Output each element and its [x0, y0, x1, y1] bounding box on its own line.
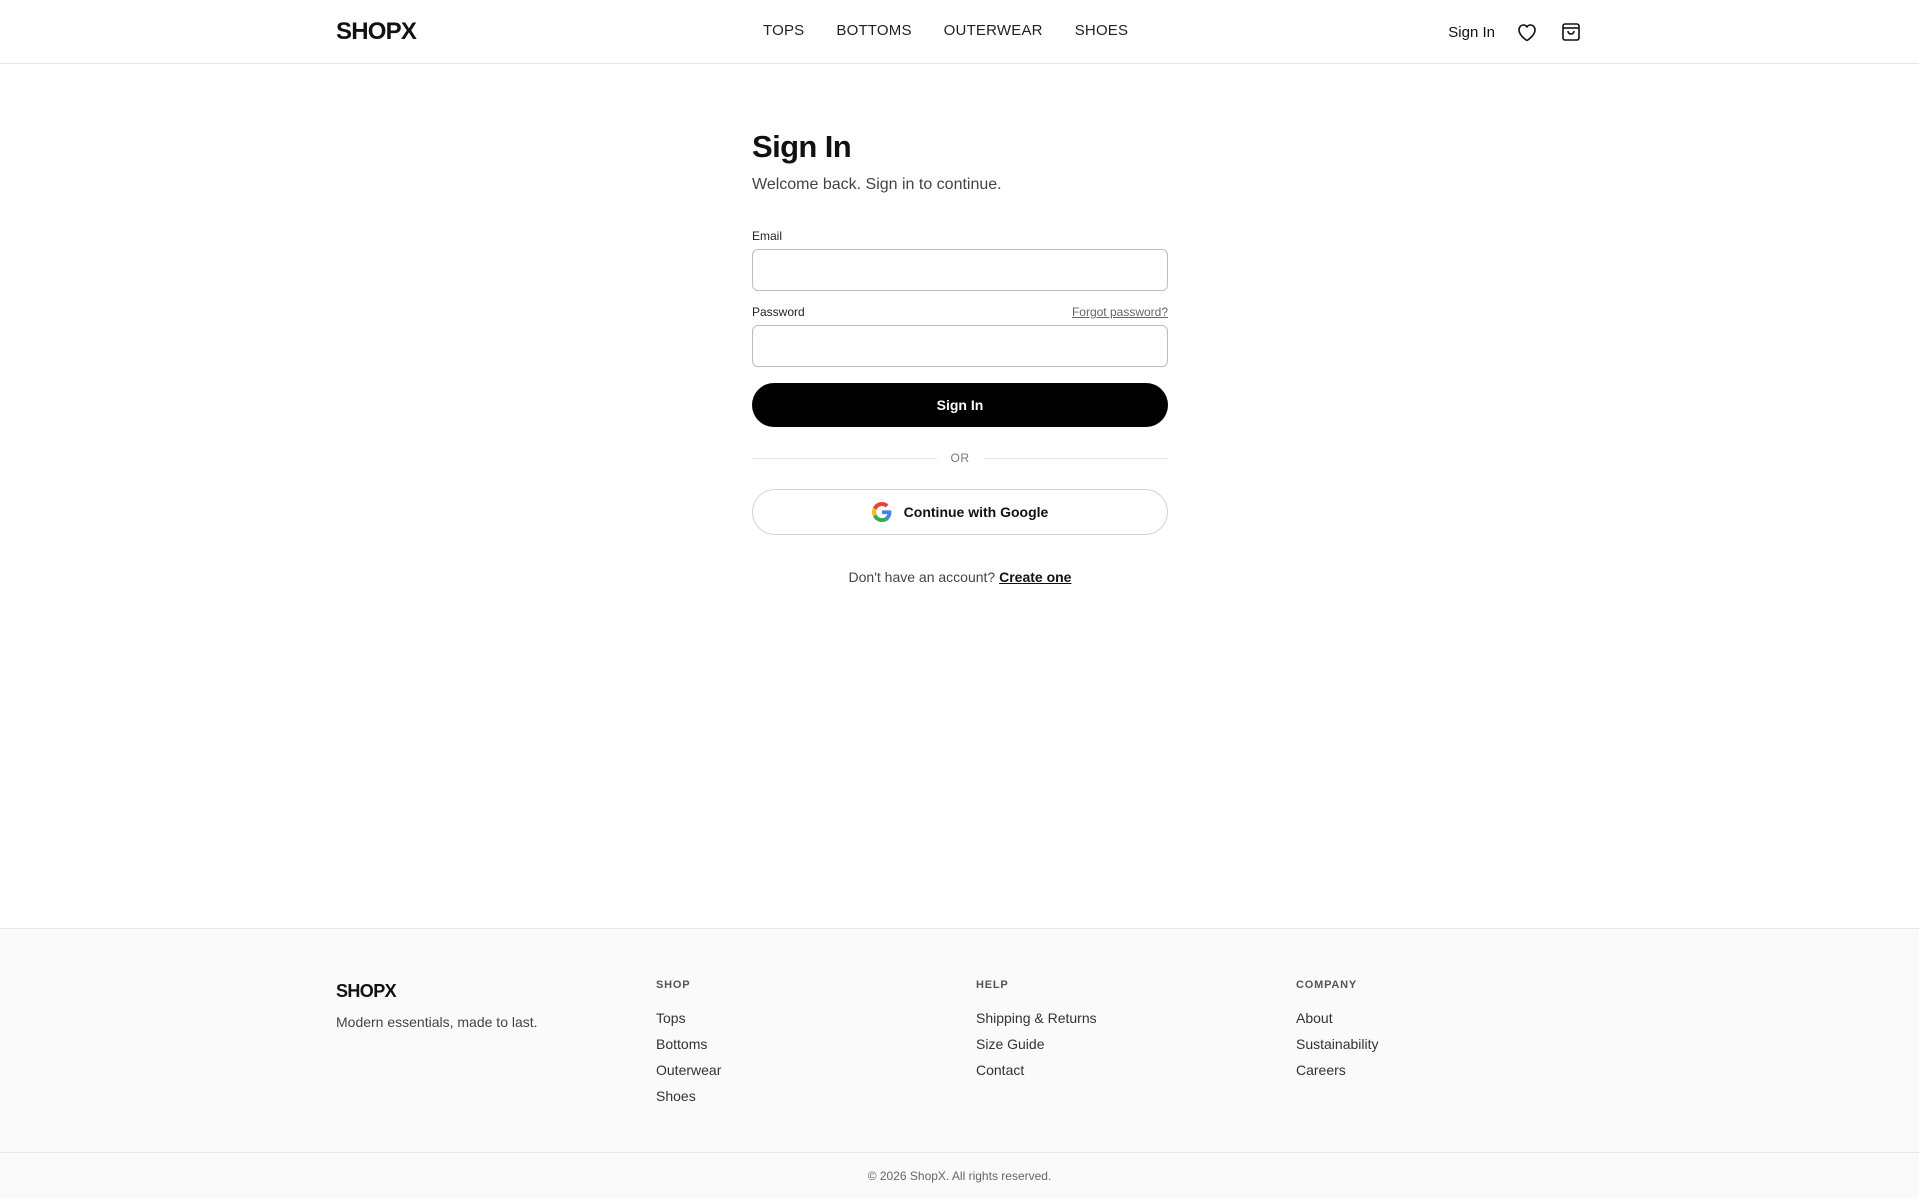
- site-footer: SHOPX Modern essentials, made to last. S…: [0, 928, 1919, 1199]
- or-divider: OR: [752, 451, 1168, 465]
- footer-copyright: © 2026 ShopX. All rights reserved.: [0, 1152, 1919, 1199]
- password-group: Password Forgot password?: [752, 305, 1168, 367]
- password-label: Password: [752, 305, 805, 319]
- signup-prompt: Don't have an account? Create one: [752, 569, 1168, 585]
- footer-tagline: Modern essentials, made to last.: [336, 1014, 538, 1030]
- email-group: Email: [752, 229, 1168, 291]
- google-button-label: Continue with Google: [903, 504, 1049, 520]
- footer-link-size-guide[interactable]: Size Guide: [976, 1031, 1097, 1057]
- footer-link-about[interactable]: About: [1296, 1005, 1379, 1031]
- email-field[interactable]: [752, 249, 1168, 291]
- footer-link-contact[interactable]: Contact: [976, 1057, 1097, 1083]
- nav-item-tops[interactable]: TOPS: [763, 22, 804, 39]
- main-nav: TOPS BOTTOMS OUTERWEAR SHOES: [763, 22, 1160, 39]
- footer-column-help: HELP Shipping & Returns Size Guide Conta…: [976, 979, 1097, 1083]
- divider-line-right: [983, 457, 1168, 459]
- divider-text: OR: [950, 451, 970, 465]
- divider-line-left: [752, 457, 937, 459]
- shopping-bag-icon[interactable]: [1559, 20, 1583, 44]
- heart-icon[interactable]: [1515, 20, 1539, 44]
- sign-in-form: Sign In Welcome back. Sign in to continu…: [752, 128, 1168, 585]
- footer-link-sustainability[interactable]: Sustainability: [1296, 1031, 1379, 1057]
- page-title: Sign In: [752, 129, 852, 164]
- nav-item-outerwear[interactable]: OUTERWEAR: [944, 22, 1043, 39]
- footer-link-bottoms[interactable]: Bottoms: [656, 1031, 721, 1057]
- forgot-password-link[interactable]: Forgot password?: [1072, 305, 1168, 319]
- sign-in-button[interactable]: Sign In: [752, 383, 1168, 427]
- create-account-link[interactable]: Create one: [999, 569, 1071, 585]
- footer-column-company: COMPANY About Sustainability Careers: [1296, 979, 1379, 1083]
- nav-item-bottoms[interactable]: BOTTOMS: [836, 22, 911, 39]
- footer-link-shipping-returns[interactable]: Shipping & Returns: [976, 1005, 1097, 1031]
- site-header: SHOPX TOPS BOTTOMS OUTERWEAR SHOES Sign …: [0, 0, 1919, 64]
- google-g-icon: [871, 502, 892, 522]
- brand-logo[interactable]: SHOPX: [336, 18, 417, 46]
- email-label: Email: [752, 229, 783, 243]
- footer-link-careers[interactable]: Careers: [1296, 1057, 1379, 1083]
- nav-item-shoes[interactable]: SHOES: [1075, 22, 1129, 39]
- continue-with-google-button[interactable]: Continue with Google: [752, 489, 1168, 535]
- footer-logo[interactable]: SHOPX: [336, 981, 538, 1002]
- footer-heading-shop: SHOP: [656, 979, 691, 991]
- footer-link-tops[interactable]: Tops: [656, 1005, 721, 1031]
- signup-prompt-text: Don't have an account?: [848, 569, 996, 585]
- password-field[interactable]: [752, 325, 1168, 367]
- footer-heading-company: COMPANY: [1296, 979, 1358, 991]
- password-label-row: Password Forgot password?: [752, 305, 1168, 319]
- footer-link-shoes[interactable]: Shoes: [656, 1083, 721, 1109]
- header-sign-in-link[interactable]: Sign In: [1448, 24, 1495, 41]
- footer-heading-help: HELP: [976, 979, 1009, 991]
- footer-column-shop: SHOP Tops Bottoms Outerwear Shoes: [656, 979, 721, 1109]
- page-subtitle: Welcome back. Sign in to continue.: [752, 176, 1002, 193]
- footer-link-outerwear[interactable]: Outerwear: [656, 1057, 721, 1083]
- footer-brand: SHOPX Modern essentials, made to last.: [336, 981, 538, 1030]
- header-actions: Sign In: [1448, 20, 1583, 44]
